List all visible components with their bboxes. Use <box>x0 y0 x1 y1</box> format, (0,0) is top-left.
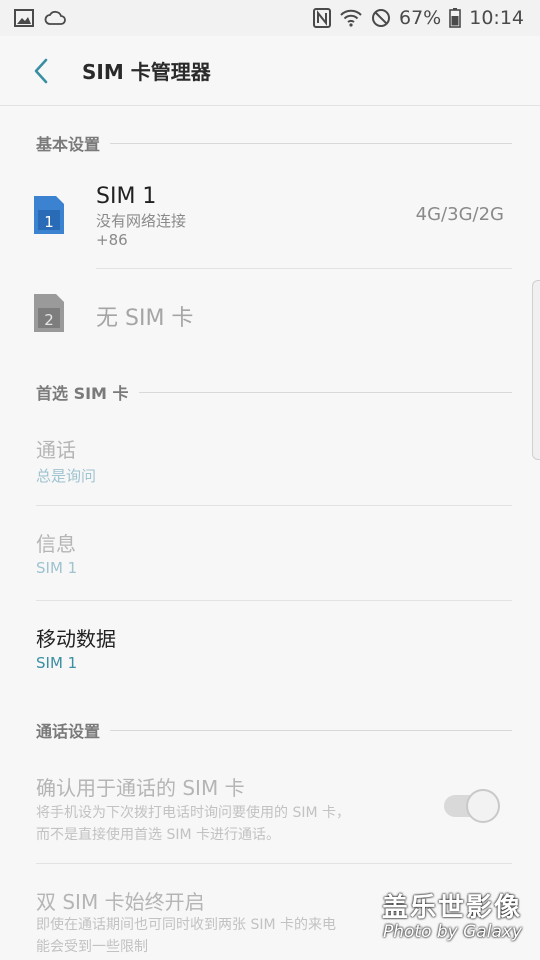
battery-icon <box>449 8 462 28</box>
description-line-1: 即使在通话期间也可同时收到两张 SIM 卡的来电 <box>36 917 336 933</box>
dual-sim-description: 即使在通话期间也可同时收到两张 SIM 卡的来电 能会受到一些限制 <box>36 914 416 958</box>
gallery-icon <box>14 9 34 27</box>
confirm-sim-title: 确认用于通话的 SIM 卡 <box>36 776 245 800</box>
battery-percent: 67% <box>399 7 442 29</box>
sim-2-row: 2 无 SIM 卡 <box>0 270 540 358</box>
app-bar: SIM 卡管理器 <box>0 36 540 106</box>
message-value: SIM 1 <box>36 559 78 577</box>
call-title: 通话 <box>36 438 76 462</box>
back-arrow-icon <box>34 58 48 83</box>
svg-text:2: 2 <box>44 311 54 329</box>
confirm-sim-description: 将手机设为下次拨打电话时询问要使用的 SIM 卡， 而不是直接使用首选 SIM … <box>36 802 416 846</box>
section-header-basic: 基本设置 <box>36 131 512 155</box>
mobile-data-title: 移动数据 <box>36 627 116 651</box>
message-title: 信息 <box>36 532 76 556</box>
sim-2-name: 无 SIM 卡 <box>96 306 194 331</box>
svg-text:1: 1 <box>44 213 54 231</box>
section-divider <box>138 391 512 393</box>
description-line-1: 将手机设为下次拨打电话时询问要使用的 SIM 卡， <box>36 805 350 821</box>
toggle-knob <box>466 789 500 823</box>
sim-card-2-icon: 2 <box>34 294 64 332</box>
description-line-2: 能会受到一些限制 <box>36 939 148 955</box>
back-button[interactable] <box>0 36 82 106</box>
confirm-sim-toggle[interactable] <box>444 789 500 823</box>
section-divider <box>110 729 512 731</box>
section-label: 基本设置 <box>36 135 101 154</box>
page-title: SIM 卡管理器 <box>82 60 211 84</box>
section-header-call-settings: 通话设置 <box>36 718 512 742</box>
nfc-icon <box>313 8 331 28</box>
dual-sim-title: 双 SIM 卡始终开启 <box>36 890 205 914</box>
preferred-data-row[interactable]: 移动数据 SIM 1 <box>0 601 540 695</box>
mobile-data-value: SIM 1 <box>36 654 78 672</box>
wifi-icon <box>339 9 363 27</box>
sim-card-1-icon: 1 <box>34 196 64 234</box>
preferred-call-row: 通话 总是询问 <box>0 412 540 504</box>
section-header-preferred: 首选 SIM 卡 <box>36 380 512 404</box>
blocked-icon <box>371 8 391 28</box>
clock: 10:14 <box>469 7 524 29</box>
sim-1-status: 没有网络连接 <box>96 212 187 230</box>
divider <box>96 268 512 269</box>
section-divider <box>110 142 512 144</box>
scroll-indicator[interactable] <box>532 280 540 460</box>
section-label: 首选 SIM 卡 <box>36 384 129 403</box>
status-bar: 67% 10:14 <box>0 0 540 36</box>
sim-1-row[interactable]: 1 SIM 1 没有网络连接 +86 4G/3G/2G <box>0 168 540 268</box>
watermark-line-2: Photo by Galaxy <box>382 922 522 942</box>
description-line-2: 而不是直接使用首选 SIM 卡进行通话。 <box>36 827 280 843</box>
sim-1-number: +86 <box>96 231 128 249</box>
sim-1-network-mode: 4G/3G/2G <box>415 204 504 225</box>
watermark-line-1: 盖乐世影像 <box>381 893 522 923</box>
section-label: 通话设置 <box>36 722 101 741</box>
preferred-message-row: 信息 SIM 1 <box>0 506 540 600</box>
watermark: 盖乐世影像 Photo by Galaxy <box>382 887 522 942</box>
sim-1-name: SIM 1 <box>96 184 157 209</box>
cloud-icon <box>44 10 66 26</box>
call-value: 总是询问 <box>36 467 97 485</box>
confirm-sim-row: 确认用于通话的 SIM 卡 将手机设为下次拨打电话时询问要使用的 SIM 卡， … <box>0 752 540 862</box>
